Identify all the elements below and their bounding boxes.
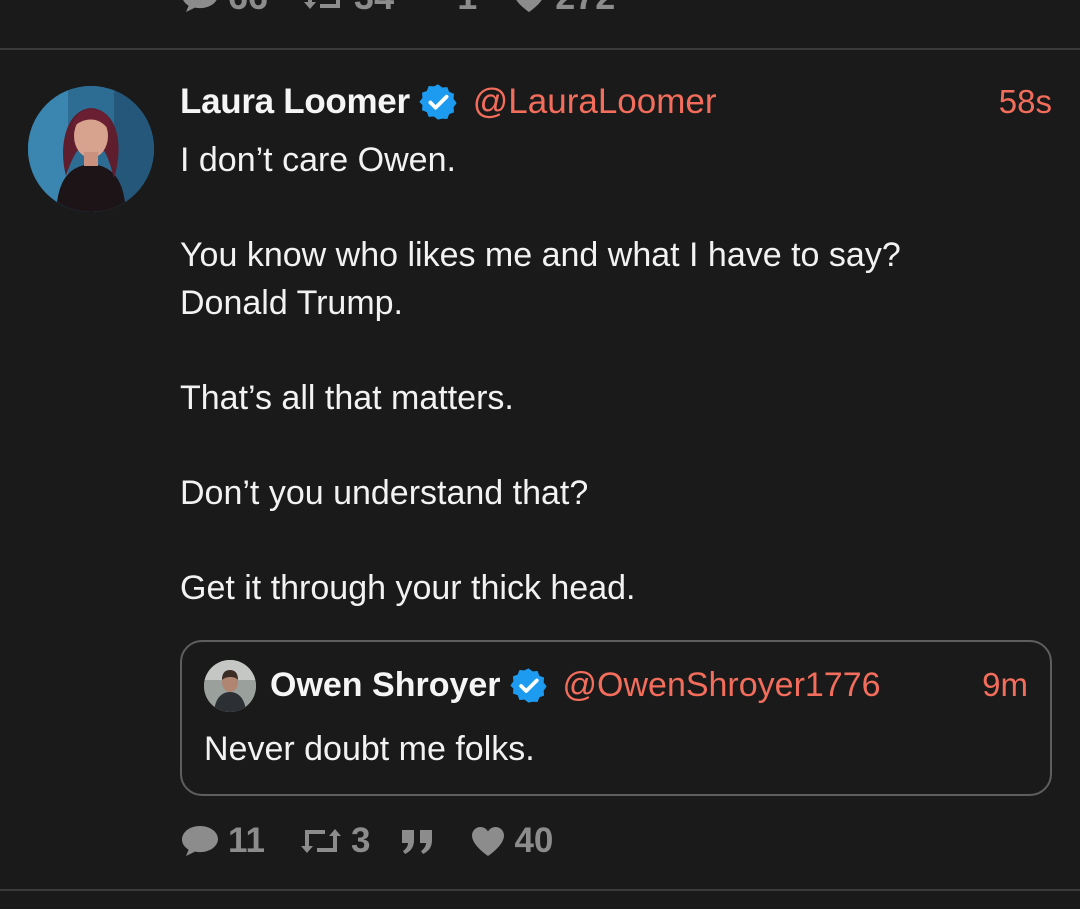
like-count: 40: [514, 821, 554, 860]
tweet-line: Get it through your thick head.: [180, 569, 636, 607]
quoted-tweet[interactable]: Owen Shroyer @OwenShroyer1776 9m Never d…: [180, 640, 1052, 796]
quote-tweet-button[interactable]: [400, 826, 436, 856]
retweet-button[interactable]: 3: [299, 821, 370, 861]
quoted-handle[interactable]: @OwenShroyer1776: [563, 666, 881, 705]
tweet-line: You know who likes me and what I have to…: [180, 236, 901, 274]
timeline: 66 34 ❞ 1 272 Laura Loomer: [0, 0, 1080, 909]
tweet-text: I don’t care Owen. You know who likes me…: [180, 136, 1040, 612]
retweet-count: 3: [351, 821, 371, 860]
quoted-avatar-image: [204, 660, 256, 712]
reply-button[interactable]: 11: [180, 821, 265, 861]
tweet-line: That’s all that matters.: [180, 379, 514, 417]
quote-count: 1: [457, 0, 477, 18]
tweet-actions: 11 3 40: [180, 818, 553, 864]
verified-badge-icon: [419, 84, 457, 120]
previous-tweet-actions: 66 34 ❞ 1 272: [180, 0, 615, 18]
quote-button[interactable]: ❞ 1: [428, 0, 477, 18]
avatar[interactable]: [28, 86, 154, 212]
tweet-line: I don’t care Owen.: [180, 141, 456, 179]
quote-icon: [402, 830, 433, 854]
retweet-icon: [304, 0, 341, 9]
user-handle[interactable]: @LauraLoomer: [473, 82, 717, 122]
reply-icon: [182, 826, 218, 856]
quoted-display-name[interactable]: Owen Shroyer: [270, 666, 501, 705]
quoted-avatar[interactable]: [204, 660, 256, 712]
heart-icon: [472, 827, 505, 856]
tweet-timestamp[interactable]: 58s: [999, 83, 1052, 121]
verified-badge-icon: [509, 667, 547, 703]
quote-icon: ❞: [428, 0, 449, 18]
retweet-button[interactable]: 34: [302, 0, 394, 18]
reply-count: 11: [228, 821, 265, 860]
tweet-line: Donald Trump.: [180, 284, 403, 322]
like-button[interactable]: 40: [470, 821, 553, 861]
quoted-header: Owen Shroyer @OwenShroyer1776 9m: [270, 662, 1028, 708]
heart-icon: [516, 0, 542, 12]
tweet-line: Don’t you understand that?: [180, 474, 589, 512]
retweet-icon: [301, 829, 341, 853]
display-name[interactable]: Laura Loomer: [180, 82, 410, 122]
avatar-image: [28, 86, 154, 212]
like-count: 272: [555, 0, 615, 18]
reply-icon: [183, 0, 217, 12]
tweet-header: Laura Loomer @LauraLoomer 58s: [180, 80, 1052, 124]
reply-button[interactable]: 66: [180, 0, 268, 18]
quoted-text: Never doubt me folks.: [204, 730, 535, 768]
like-button[interactable]: 272: [511, 0, 615, 18]
retweet-count: 34: [354, 0, 394, 18]
quoted-timestamp[interactable]: 9m: [982, 666, 1028, 704]
reply-count: 66: [228, 0, 268, 18]
divider: [0, 889, 1080, 891]
divider: [0, 48, 1080, 50]
